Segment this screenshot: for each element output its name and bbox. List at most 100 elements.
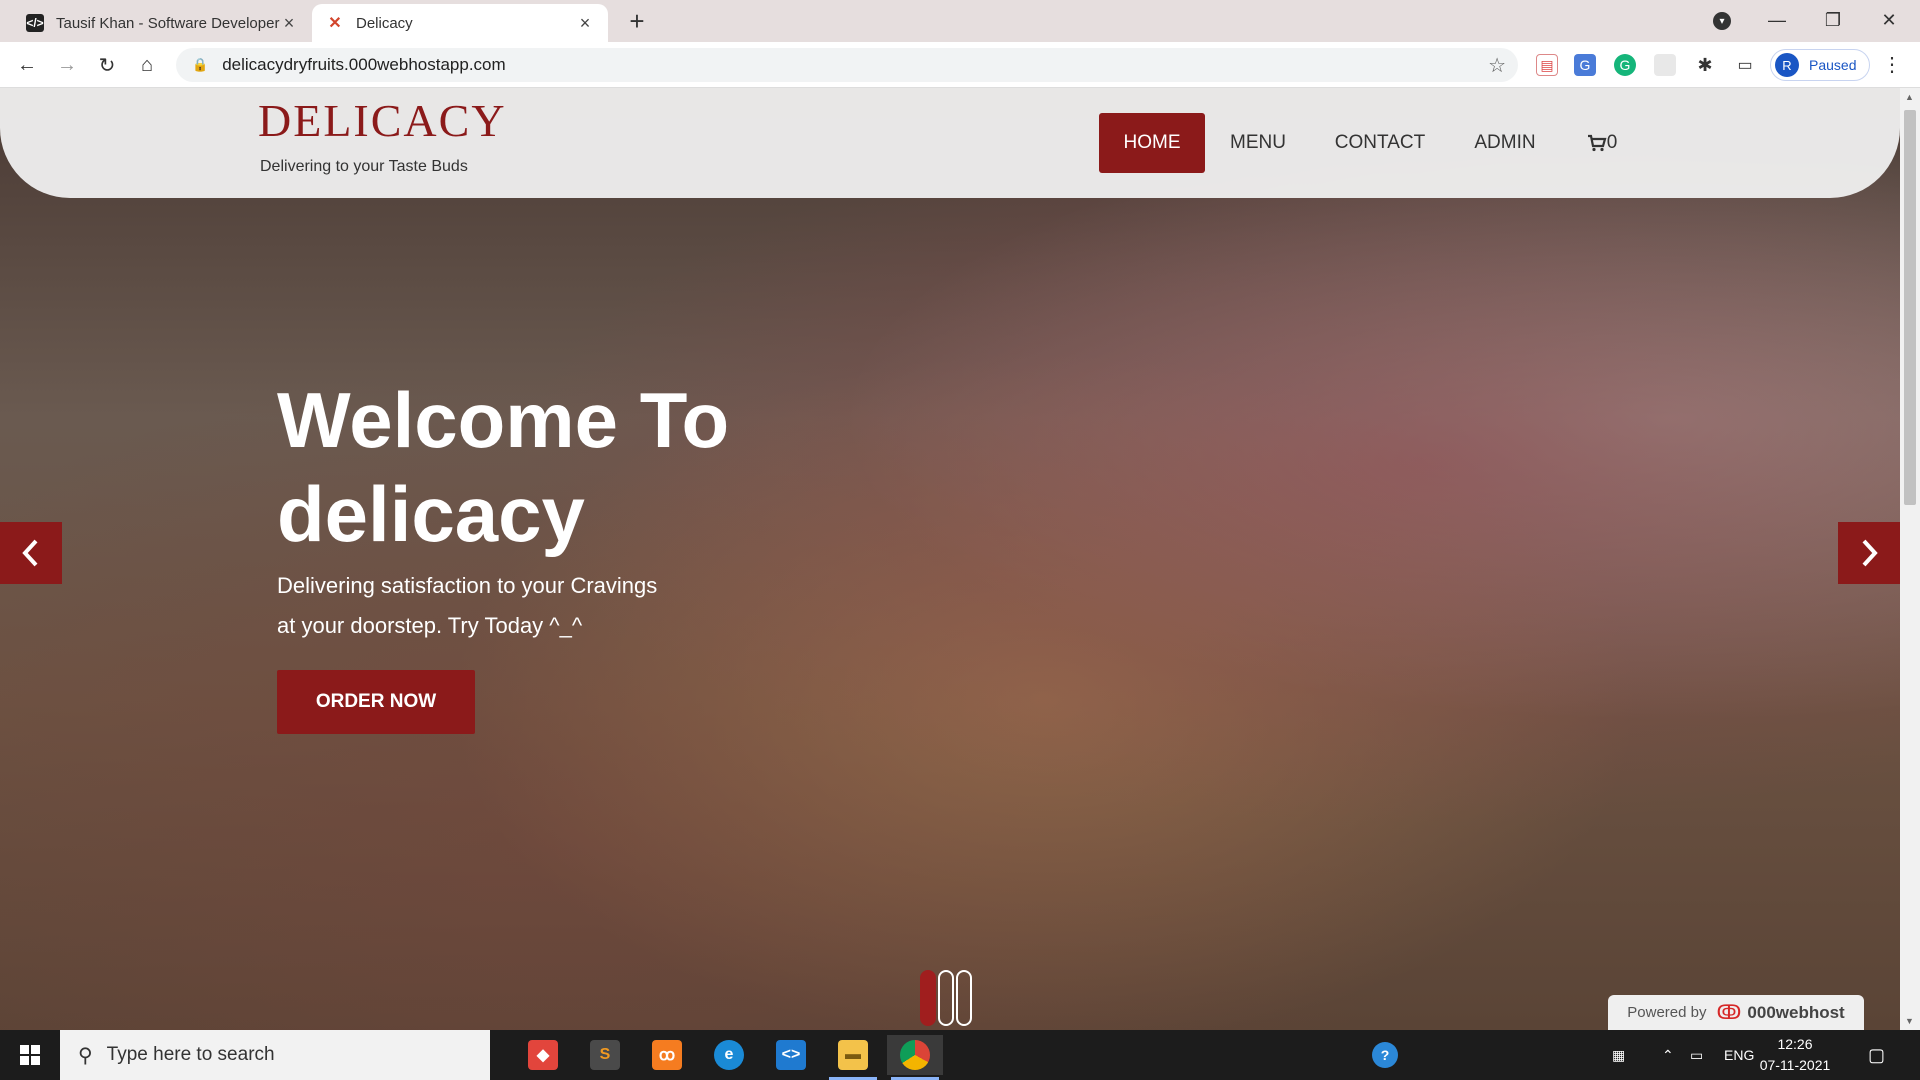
utensils-icon: ✕ [328, 15, 342, 32]
carousel-prev-button[interactable] [0, 522, 62, 584]
taskbar-clock[interactable]: 12:26 07-11-2021 [1750, 1034, 1840, 1076]
chevron-right-icon [1862, 539, 1878, 567]
brand-logo[interactable]: DELICACY [258, 94, 507, 147]
cast-icon[interactable]: ▭ [1734, 54, 1756, 76]
notifications-button[interactable]: ▢ [1868, 1030, 1885, 1080]
tab-search-icon[interactable]: ▾ [1713, 12, 1731, 30]
nav-menu[interactable]: MENU [1214, 113, 1302, 173]
powered-by-badge[interactable]: Powered by ↂ 000webhost [1608, 995, 1864, 1030]
nav-cart[interactable]: 0 [1578, 113, 1626, 173]
carousel-indicators [920, 970, 972, 1026]
taskbar-search-input[interactable]: ⚲ Type here to search [60, 1030, 490, 1080]
carousel-next-button[interactable] [1838, 522, 1900, 584]
taskbar-app-chrome[interactable] [887, 1035, 943, 1080]
taskbar-app-file-explorer[interactable]: ▬ [825, 1035, 881, 1080]
grammarly-extension-icon[interactable]: G [1614, 54, 1636, 76]
hero-subtitle: Delivering satisfaction to your Cravings… [277, 566, 737, 646]
chevron-left-icon [22, 539, 38, 567]
cart-count: 0 [1606, 132, 1618, 153]
order-now-button[interactable]: ORDER NOW [277, 670, 475, 734]
browser-toolbar: ← → ↻ ⌂ 🔒 delicacydryfruits.000webhostap… [0, 42, 1920, 88]
help-icon: ? [1372, 1042, 1398, 1068]
back-arrow-icon[interactable]: ← [12, 50, 42, 80]
windows-logo-icon [20, 1045, 40, 1065]
sublime-text-icon: S [590, 1040, 620, 1070]
folder-icon: ▬ [838, 1040, 868, 1070]
profile-button[interactable]: R Paused [1770, 49, 1870, 81]
windows-start-button[interactable] [0, 1030, 60, 1080]
taskbar-app-edge[interactable]: e [701, 1035, 757, 1075]
reload-icon[interactable]: ↻ [92, 50, 122, 80]
translate-extension-icon[interactable]: G [1574, 54, 1596, 76]
taskbar-app-gitkraken[interactable]: ◆ [515, 1035, 571, 1075]
action-center-screen-icon[interactable]: ▦ [1612, 1030, 1625, 1080]
nav-admin[interactable]: ADMIN [1457, 113, 1553, 173]
search-icon: ⚲ [78, 1044, 93, 1067]
more-menu-icon[interactable]: ⋮ [1882, 52, 1902, 77]
profile-status: Paused [1809, 57, 1857, 73]
keyboard-icon: ▦ [1612, 1046, 1626, 1063]
webhost-logo-icon: ↂ [1716, 1002, 1742, 1024]
battery-tray-icon[interactable]: ▭ [1690, 1030, 1703, 1080]
hero-title: Welcome To delicacy [277, 373, 837, 561]
tab-portfolio[interactable]: </> Tausif Khan - Software Developer × [12, 4, 312, 42]
help-tray-icon[interactable]: ? [1372, 1030, 1398, 1080]
taskbar-app-vscode[interactable]: <> [763, 1035, 819, 1075]
brand-tagline: Delivering to your Taste Buds [260, 158, 468, 175]
site-header: DELICACY Delivering to your Taste Buds H… [0, 88, 1900, 198]
tab-title: Delicacy [356, 14, 413, 32]
battery-icon: ▭ [1690, 1046, 1704, 1063]
hero-title-line: delicacy [277, 470, 585, 558]
taskbar-app-sublime[interactable]: S [577, 1035, 633, 1075]
powered-by-prefix: Powered by [1627, 1004, 1707, 1021]
search-placeholder: Type here to search [106, 1044, 275, 1065]
close-icon[interactable]: × [576, 13, 594, 34]
scrollbar-thumb[interactable] [1904, 110, 1916, 505]
git-app-icon: ◆ [528, 1040, 558, 1070]
hero-subtitle-line: at your doorstep. Try Today ^_^ [277, 613, 583, 638]
taskbar-app-xampp[interactable]: ꝏ [639, 1035, 695, 1075]
edge-browser-icon: e [714, 1040, 744, 1070]
cart-icon [1587, 134, 1607, 152]
tab-title: Tausif Khan - Software Developer [56, 14, 280, 32]
code-icon: </> [26, 14, 44, 32]
forward-arrow-icon[interactable]: → [52, 50, 82, 80]
new-tab-button[interactable]: + [622, 6, 652, 37]
calendar-extension-icon[interactable]: ▤ [1536, 54, 1558, 76]
carousel-indicator[interactable] [956, 970, 972, 1026]
home-icon[interactable]: ⌂ [132, 50, 162, 80]
page-viewport: DELICACY Delivering to your Taste Buds H… [0, 88, 1900, 1030]
extension-icon[interactable] [1654, 54, 1676, 76]
minimize-button[interactable]: — [1754, 4, 1800, 36]
close-icon[interactable]: × [280, 13, 298, 34]
url-text[interactable]: delicacydryfruits.000webhostapp.com [222, 55, 1488, 75]
window-close-button[interactable]: ✕ [1866, 4, 1912, 36]
scroll-down-icon[interactable]: ▼ [1905, 1016, 1914, 1026]
address-bar[interactable]: 🔒 delicacydryfruits.000webhostapp.com ☆ [176, 48, 1518, 82]
lock-icon[interactable]: 🔒 [192, 57, 208, 73]
clock-time: 12:26 [1777, 1036, 1813, 1052]
hero-subtitle-line: Delivering satisfaction to your Cravings [277, 573, 658, 598]
show-hidden-icons-button[interactable]: ⌃ [1662, 1030, 1674, 1080]
maximize-button[interactable]: ❐ [1810, 4, 1856, 36]
carousel-indicator[interactable] [938, 970, 954, 1026]
puzzle-extensions-icon[interactable]: ✱ [1694, 54, 1716, 76]
scroll-up-icon[interactable]: ▲ [1905, 92, 1914, 102]
chevron-up-icon: ⌃ [1662, 1046, 1674, 1063]
vscode-icon: <> [776, 1040, 806, 1070]
page-scrollbar[interactable]: ▲ ▼ [1900, 88, 1920, 1030]
nav-contact[interactable]: CONTACT [1320, 113, 1440, 173]
powered-by-host: 000webhost [1747, 1002, 1845, 1022]
notification-icon: ▢ [1868, 1044, 1886, 1065]
chrome-icon [900, 1040, 930, 1070]
avatar: R [1775, 53, 1799, 77]
windows-taskbar: ⚲ Type here to search ◆ S ꝏ e <> ▬ ? ▦ ⌃… [0, 1030, 1920, 1080]
nav-home[interactable]: HOME [1099, 113, 1205, 173]
bookmark-star-icon[interactable]: ☆ [1488, 53, 1506, 78]
clock-date: 07-11-2021 [1759, 1057, 1831, 1073]
xampp-icon: ꝏ [652, 1040, 682, 1070]
tab-delicacy[interactable]: ✕ Delicacy × [312, 4, 608, 42]
carousel-indicator[interactable] [920, 970, 936, 1026]
browser-tab-bar: </> Tausif Khan - Software Developer × ✕… [0, 0, 1920, 42]
hero-title-line: Welcome To [277, 376, 730, 464]
